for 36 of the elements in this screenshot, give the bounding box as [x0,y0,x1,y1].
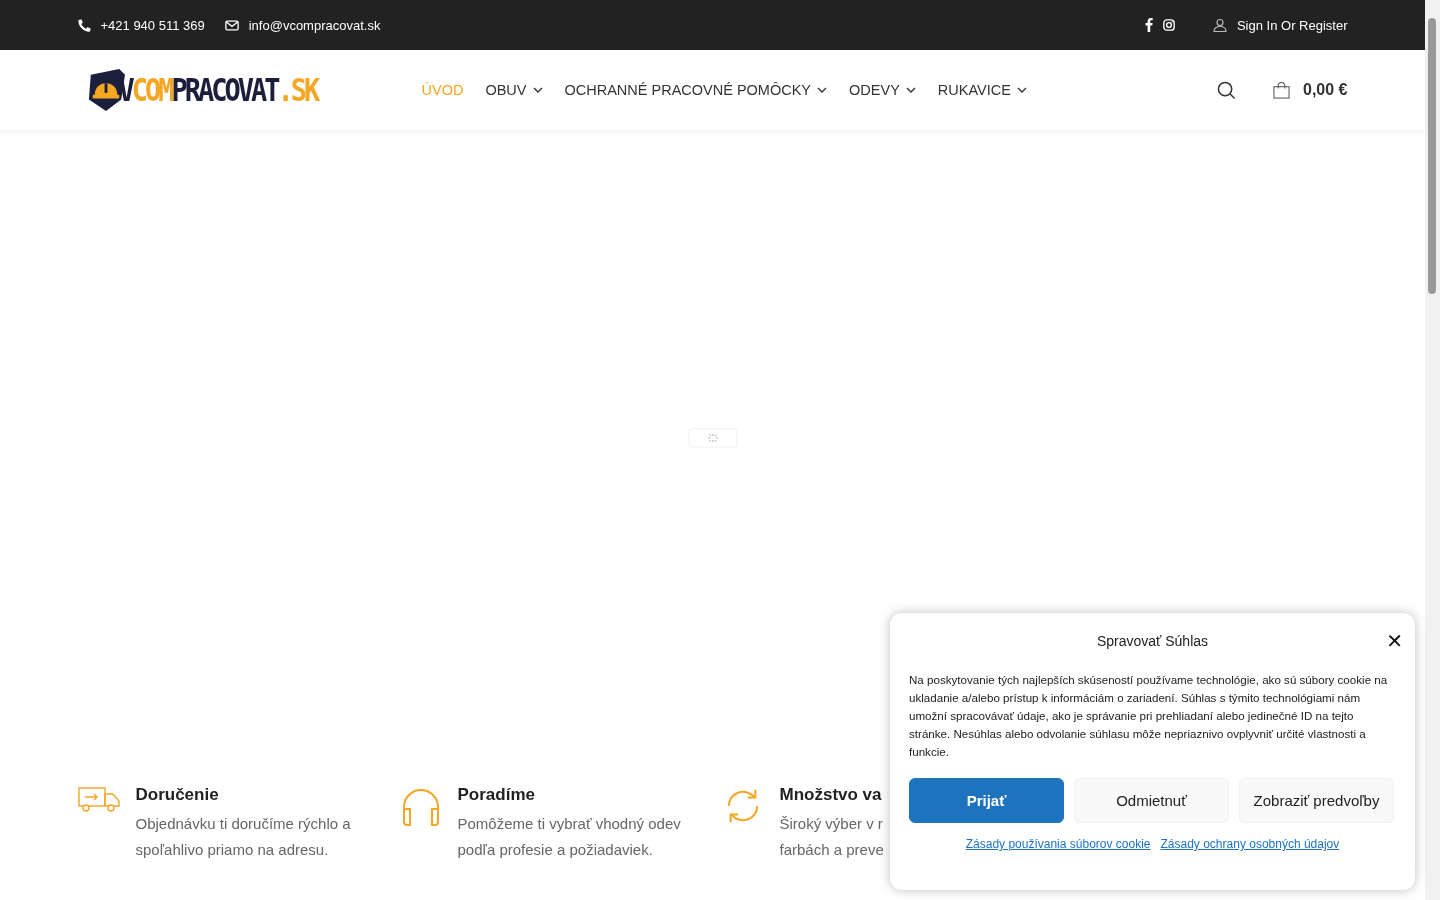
cart-total[interactable]: 0,00 € [1303,81,1348,99]
accept-button[interactable]: Prijať [909,778,1064,823]
dialog-title: Spravovať Súhlas [1096,633,1209,649]
shopping-bag-icon[interactable] [1273,81,1290,99]
nav-item[interactable]: OBUV [485,82,543,98]
policy-link[interactable]: Zásady používania súborov cookie [965,837,1151,851]
consent-button[interactable]: Odmietnuť [1074,778,1229,823]
feature-description: spoľahlivo priamo na adresu. [135,840,330,860]
phone-icon [77,18,91,32]
email-link[interactable]: info@vcompracovat.sk [248,17,381,33]
scrollbar-thumb[interactable] [1428,18,1436,294]
policy-link[interactable]: Zásady ochrany osobných údajov [1160,837,1340,851]
feature-title: Množstvo va [779,785,883,805]
feature-description: Objednávku ti doručíme rýchlo a [135,814,351,834]
search-icon[interactable] [1217,80,1236,100]
consent-button[interactable]: Zobraziť predvoľby [1239,778,1394,823]
sign-in-link[interactable]: Sign In Or Register [1236,17,1348,33]
feature-description: podľa profesie a požiadaviek. [457,840,654,860]
feature-description: Široký výber v r [779,814,884,834]
instagram-icon[interactable] [1162,19,1175,31]
nav-item[interactable]: RUKAVICE [937,82,1027,98]
truck-icon [77,787,120,813]
user-icon [1212,18,1227,32]
feature-description: Pomôžeme ti vybrať vhodný odev [457,814,681,834]
close-button[interactable]: ✕ [1386,629,1403,653]
nav-item[interactable]: ODEVY [849,82,916,98]
consent-text: Na poskytovanie tých najlepších skúseností používame technológie, ako sú súbory cookie na ukladanie a/alebo prístup k informáciám o zariadení. Súhlas s týmito technológiami nám umožní spracovávať údaje, ako je správanie pri prehliadaní alebo jedinečné ID na tejto stránke. Nesúhlas alebo odvolanie súhlasu môže nepriaznivo ovplyvniť určité vlastnosti a funkcie. [909,672,1389,760]
phone-number[interactable]: +421 940 511 369 [100,17,205,33]
nav-item[interactable]: OCHRANNÉ PRACOVNÉ POMÔCKY [564,82,828,98]
envelope-icon [224,19,239,31]
facebook-icon[interactable] [1144,18,1153,32]
feature-description: farbách a preve [779,840,884,860]
feature-title: Poradíme [457,785,536,805]
loading-icon [687,427,738,448]
feature-title: Doručenie [135,785,220,805]
scrollbar[interactable] [1425,0,1440,900]
